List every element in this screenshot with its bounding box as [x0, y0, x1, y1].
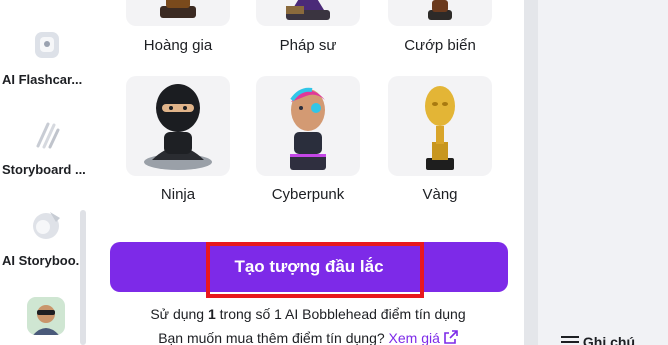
tool-label: AI Storyboo...	[2, 253, 87, 268]
tool-label: AI Flashcar...	[2, 72, 83, 87]
tool-sidebar: AI Flashcar... Storyboard ... AI Storybo…	[0, 0, 92, 345]
gold-figure-icon	[388, 76, 492, 176]
storyboard-icon	[30, 118, 64, 152]
app-root: AI Flashcar... Storyboard ... AI Storybo…	[0, 0, 668, 345]
pirate-figure-icon	[388, 0, 492, 26]
bobblehead-panel: Hoàng gia Pháp sư Cướp biển Ninja Cyberp…	[92, 0, 524, 345]
usage-suffix: trong số 1 AI Bobblehead điểm tín dụng	[215, 306, 466, 322]
external-link-icon	[443, 330, 458, 345]
royal-figure-icon	[126, 0, 230, 26]
style-label: Cướp biển	[404, 37, 476, 54]
create-button-label: Tạo tượng đầu lắc	[234, 257, 384, 276]
storybook-icon	[30, 208, 64, 242]
notes-label: Ghi chú	[582, 334, 636, 345]
panel-divider	[524, 0, 538, 345]
view-pricing-link[interactable]: Xem giá	[389, 330, 440, 345]
style-label: Cyberpunk	[271, 186, 345, 203]
style-label: Pháp sư	[279, 37, 337, 54]
notes-button[interactable]: Ghi chú	[561, 334, 635, 345]
credit-usage-text: Sử dụng 1 trong số 1 AI Bobblehead điểm …	[92, 306, 524, 322]
wizard-figure-icon	[256, 0, 360, 26]
sidebar-scrollbar[interactable]	[80, 210, 86, 345]
avatar[interactable]	[27, 297, 65, 335]
flashcards-icon	[30, 28, 64, 62]
style-label: Ninja	[160, 186, 196, 203]
style-label: Vàng	[422, 186, 458, 203]
create-bobblehead-button[interactable]: Tạo tượng đầu lắc	[110, 242, 508, 298]
canvas-area	[538, 0, 668, 345]
usage-prefix: Sử dụng	[150, 306, 208, 322]
style-label: Hoàng gia	[143, 37, 213, 54]
usage-count: 1	[207, 306, 216, 322]
cyberpunk-figure-icon	[256, 76, 360, 176]
buy-question: Bạn muốn mua thêm điểm tín dụng?	[158, 330, 385, 345]
buy-credits-text: Bạn muốn mua thêm điểm tín dụng? Xem giá	[92, 330, 524, 345]
tool-label: Storyboard ...	[2, 162, 86, 177]
ninja-figure-icon	[126, 76, 230, 176]
notes-icon	[561, 334, 583, 345]
